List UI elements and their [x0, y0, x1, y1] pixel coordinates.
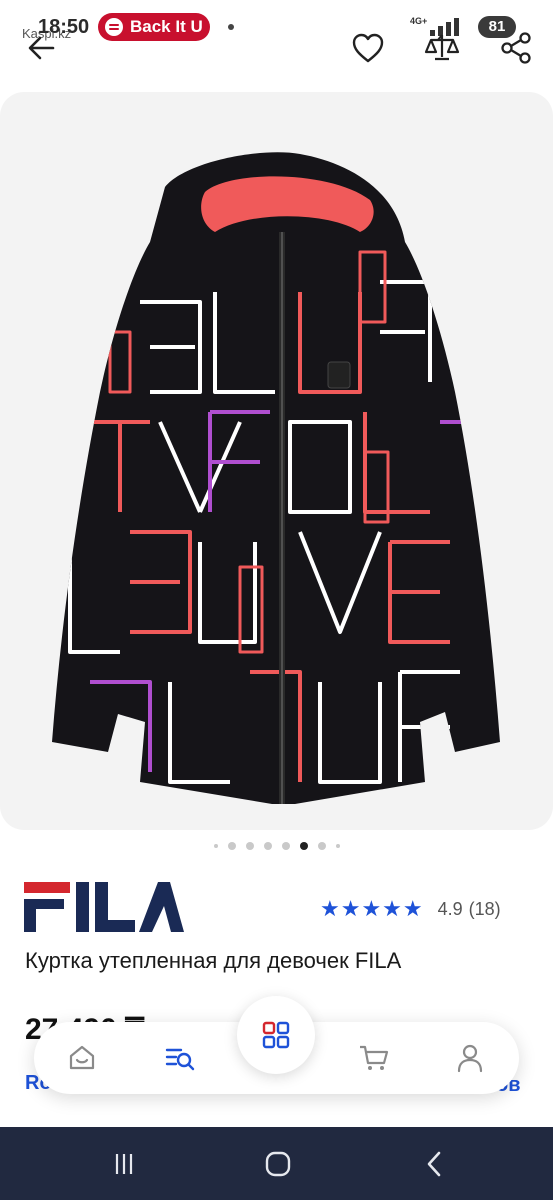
services-grid-icon	[262, 1021, 290, 1049]
heart-icon	[352, 33, 384, 63]
gallery-pagination	[0, 840, 553, 852]
product-title: Куртка утепленная для девочек FILA	[25, 948, 402, 973]
share-button[interactable]	[492, 20, 540, 76]
pagination-dot[interactable]	[263, 842, 272, 850]
fila-logo-graphic	[24, 882, 184, 932]
pagination-dot[interactable]	[227, 842, 236, 850]
pagination-dot[interactable]	[317, 842, 326, 850]
pagination-dot[interactable]	[335, 844, 340, 848]
tab-catalog[interactable]	[148, 1022, 212, 1094]
tab-services[interactable]	[237, 996, 315, 1074]
pagination-dot-active[interactable]	[299, 842, 308, 850]
favorite-button[interactable]	[344, 20, 392, 76]
product-rating[interactable]: ★★★★★ 4.9 (18)	[320, 896, 501, 922]
scales-icon	[424, 34, 460, 61]
compare-button[interactable]	[418, 20, 466, 76]
chevron-left-icon	[427, 1151, 441, 1176]
tab-cart[interactable]	[342, 1022, 406, 1094]
recent-apps-button[interactable]	[94, 1127, 154, 1200]
system-navigation-bar	[0, 1127, 553, 1200]
top-nav	[0, 20, 553, 76]
home-button[interactable]	[248, 1127, 308, 1200]
cart-icon	[360, 1045, 389, 1070]
pagination-dot[interactable]	[213, 844, 218, 848]
rating-count: (18)	[468, 898, 501, 919]
pagination-dot[interactable]	[281, 842, 290, 850]
share-icon	[501, 32, 531, 64]
arrow-left-icon	[28, 36, 55, 60]
fila-logo[interactable]	[24, 880, 184, 934]
tab-home[interactable]	[50, 1022, 114, 1094]
catalog-search-icon	[165, 1048, 195, 1071]
back-button[interactable]	[18, 20, 66, 76]
tab-profile[interactable]	[438, 1022, 502, 1094]
product-photo	[52, 152, 500, 804]
profile-icon	[457, 1044, 483, 1073]
rating-stars-icon: ★★★★★	[320, 896, 424, 921]
home-circle-icon	[265, 1151, 291, 1176]
system-back-button[interactable]	[404, 1127, 464, 1200]
rating-value: 4.9	[437, 898, 463, 919]
recent-apps-icon	[115, 1153, 133, 1174]
home-icon	[69, 1045, 95, 1070]
product-image-gallery[interactable]	[0, 92, 553, 830]
pagination-dot[interactable]	[245, 842, 254, 850]
